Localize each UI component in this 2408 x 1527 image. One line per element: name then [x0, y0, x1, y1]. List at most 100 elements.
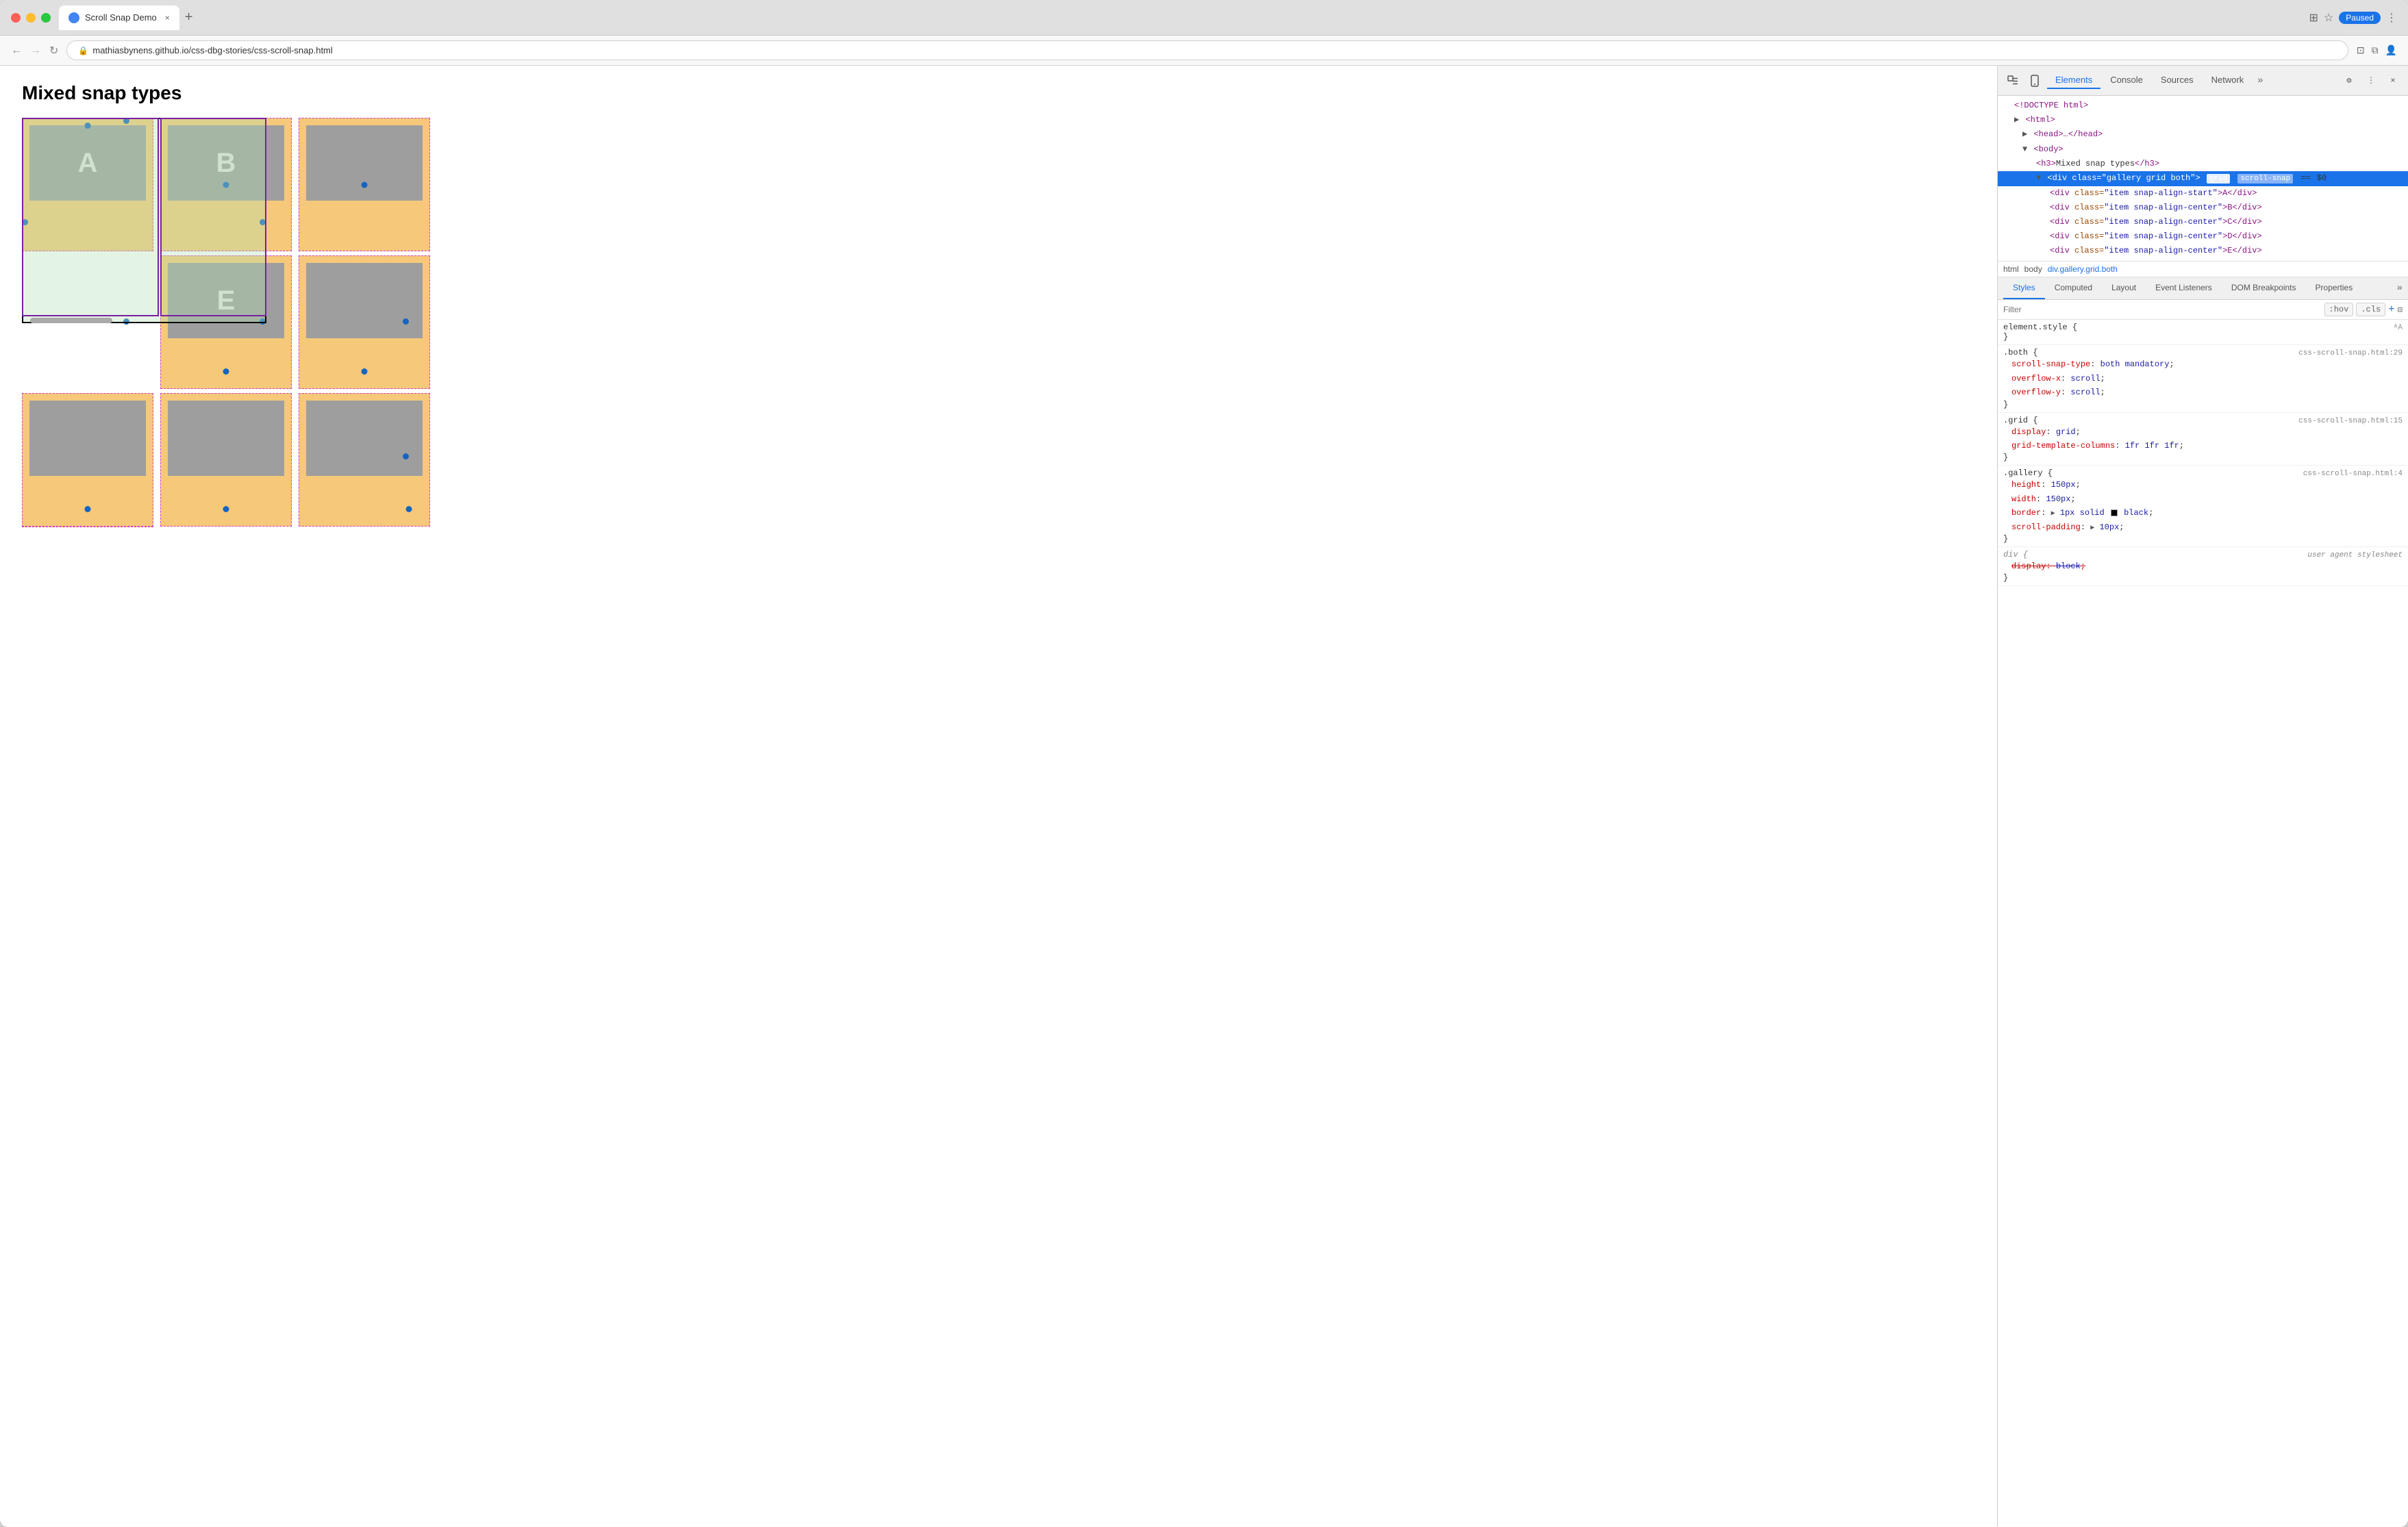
devtools-panel: Elements Console Sources Network » ⚙ ⋮ ×…: [1997, 66, 2408, 1527]
devtools-tab-elements[interactable]: Elements: [2047, 72, 2100, 89]
url-text: mathiasbynens.github.io/css-dbg-stories/…: [92, 45, 332, 55]
extensions-icon[interactable]: ⧉: [2372, 45, 2379, 56]
filter-toggle-button[interactable]: ⊡: [2398, 305, 2403, 315]
snap-dot-f: [362, 368, 368, 375]
devtools-settings-button[interactable]: ⚙: [2340, 71, 2359, 90]
cell-inner-h: [168, 401, 284, 476]
snap-dot-b-center: [223, 181, 229, 188]
cell-c: [299, 118, 430, 251]
devtools-tab-network[interactable]: Network: [2203, 72, 2253, 89]
css-prop-display-grid: display: grid;: [2003, 425, 2403, 439]
css-file-grid[interactable]: css-scroll-snap.html:15: [2298, 417, 2403, 425]
styles-tab-computed[interactable]: Computed: [2045, 277, 2102, 299]
css-selector: element.style {: [2003, 323, 2077, 332]
css-file-agent: user agent stylesheet: [2307, 551, 2403, 559]
main-area: Mixed snap types A B: [0, 66, 2408, 1527]
css-aa-icon[interactable]: ᴬA: [2394, 324, 2403, 332]
devtools-more-tabs[interactable]: »: [2253, 73, 2267, 89]
snap-dot-h: [223, 506, 229, 512]
snap-dot-top-a: [123, 118, 129, 124]
back-button[interactable]: ←: [11, 45, 22, 57]
styles-tab-event-listeners[interactable]: Event Listeners: [2146, 277, 2222, 299]
css-rule-grid-header: .grid { css-scroll-snap.html:15: [2003, 416, 2403, 425]
dom-html[interactable]: ▶ <html>: [1998, 113, 2408, 127]
dom-h3[interactable]: <h3>Mixed snap types</h3>: [1998, 157, 2408, 171]
tab-title: Scroll Snap Demo: [85, 12, 157, 23]
dom-div-b[interactable]: <div class="item snap-align-center">B</d…: [1998, 201, 2408, 215]
cell-inner-i: [306, 401, 423, 476]
cell-inner-c: [306, 125, 423, 201]
traffic-lights: [11, 13, 51, 23]
css-prop-height: height: 150px;: [2003, 478, 2403, 492]
snap-dot-g: [85, 506, 91, 512]
breadcrumb: html body div.gallery.grid.both: [1998, 262, 2408, 277]
css-file-both[interactable]: css-scroll-snap.html:29: [2298, 349, 2403, 357]
extensions-button[interactable]: ⊞: [2309, 11, 2318, 25]
breadcrumb-html[interactable]: html: [2003, 264, 2019, 274]
css-file-gallery[interactable]: css-scroll-snap.html:4: [2303, 470, 2403, 478]
css-rule-div-agent: div { user agent stylesheet display: blo…: [1998, 547, 2408, 586]
scroll-padding-expand-icon[interactable]: ▶: [2090, 525, 2094, 532]
demo-area: A B D: [22, 118, 460, 522]
close-button[interactable]: [11, 13, 21, 23]
breadcrumb-div[interactable]: div.gallery.grid.both: [2048, 264, 2118, 274]
bookmark-button[interactable]: ☆: [2324, 11, 2333, 25]
snap-dot-right-b: [260, 219, 266, 225]
dom-div-d[interactable]: <div class="item snap-align-center">D</d…: [1998, 229, 2408, 244]
cell-inner-e: E: [168, 263, 284, 338]
dom-body[interactable]: ▼ <body>: [1998, 142, 2408, 157]
dom-head[interactable]: ▶ <head>…</head>: [1998, 127, 2408, 142]
full-grid: A B D: [22, 118, 433, 527]
lock-icon: 🔒: [78, 46, 88, 55]
cell-inner-b: B: [168, 125, 284, 201]
tab-close-button[interactable]: ×: [165, 13, 170, 23]
css-prop-scroll-snap-type: scroll-snap-type: both mandatory;: [2003, 357, 2403, 371]
css-prop-width: width: 150px;: [2003, 492, 2403, 506]
border-expand-icon[interactable]: ▶: [2051, 510, 2055, 518]
devtools-tab-sources[interactable]: Sources: [2153, 72, 2202, 89]
dom-doctype: <!DOCTYPE html>: [1998, 99, 2408, 113]
forward-button[interactable]: →: [30, 45, 41, 57]
color-swatch-black[interactable]: [2111, 509, 2118, 516]
profile-icon[interactable]: 👤: [2385, 45, 2397, 56]
css-rule-gallery: .gallery { css-scroll-snap.html:4 height…: [1998, 466, 2408, 547]
devtools-tab-console[interactable]: Console: [2102, 72, 2151, 89]
cast-icon[interactable]: ⊡: [2357, 45, 2365, 56]
styles-tab-properties[interactable]: Properties: [2306, 277, 2363, 299]
styles-tab-styles[interactable]: Styles: [2003, 277, 2045, 299]
styles-panel-more[interactable]: »: [2397, 283, 2403, 294]
page-content: Mixed snap types A B: [0, 66, 1997, 1527]
cell-inner-a: A: [29, 125, 146, 201]
breadcrumb-body[interactable]: body: [2024, 264, 2042, 274]
menu-button[interactable]: ⋮: [2386, 11, 2397, 25]
filter-add-button[interactable]: +: [2388, 303, 2395, 316]
dom-div-e[interactable]: <div class="item snap-align-center">E</d…: [1998, 244, 2408, 258]
address-actions: ⊡ ⧉ 👤: [2357, 45, 2397, 56]
styles-tab-layout[interactable]: Layout: [2102, 277, 2146, 299]
dom-div-c[interactable]: <div class="item snap-align-center">C</d…: [1998, 215, 2408, 229]
device-toolbar-button[interactable]: [2025, 71, 2044, 90]
snap-dot-bottom-a: [123, 318, 129, 325]
css-rule-header: element.style { ᴬA: [2003, 323, 2403, 332]
snap-dot-c: [362, 181, 368, 188]
minimize-button[interactable]: [26, 13, 36, 23]
browser-actions: ⊞ ☆ Paused ⋮: [2309, 11, 2397, 25]
devtools-close-button[interactable]: ×: [2383, 71, 2403, 90]
styles-tab-dom-breakpoints[interactable]: DOM Breakpoints: [2222, 277, 2306, 299]
maximize-button[interactable]: [41, 13, 51, 23]
cell-h: [160, 393, 292, 527]
profile-button[interactable]: Paused: [2339, 12, 2381, 24]
filter-cls-button[interactable]: .cls: [2356, 303, 2385, 316]
inspect-element-button[interactable]: [2003, 71, 2022, 90]
dom-div-gallery[interactable]: ▼ <div class="gallery grid both"> grid s…: [1998, 171, 2408, 186]
reload-button[interactable]: ↻: [49, 44, 58, 58]
active-tab[interactable]: Scroll Snap Demo ×: [59, 5, 179, 30]
new-tab-button[interactable]: +: [182, 10, 196, 25]
filter-input[interactable]: [2003, 305, 2319, 314]
dom-div-a[interactable]: <div class="item snap-align-start">A</di…: [1998, 186, 2408, 201]
address-input[interactable]: 🔒 mathiasbynens.github.io/css-dbg-storie…: [66, 40, 2348, 60]
css-rule-element-style: element.style { ᴬA }: [1998, 320, 2408, 345]
filter-hov-button[interactable]: :hov: [2324, 303, 2354, 316]
css-prop-scroll-padding: scroll-padding: ▶ 10px;: [2003, 520, 2403, 534]
devtools-kebab-menu[interactable]: ⋮: [2361, 71, 2381, 90]
